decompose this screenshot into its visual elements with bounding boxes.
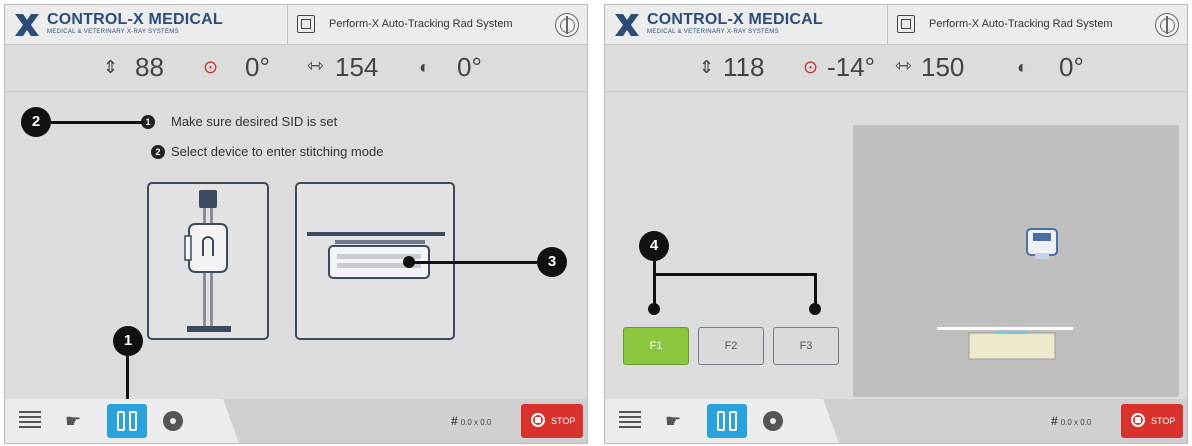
step-2-badge: 2 — [151, 145, 165, 159]
stitching-field-screen: CONTROL-X MEDICAL MEDICAL & VETERINARY X… — [604, 4, 1188, 444]
detector-tray — [968, 332, 1056, 360]
wall-stand-device-button[interactable] — [147, 182, 269, 340]
coordinate-readout: #0.0 x 0.0 — [1051, 414, 1092, 428]
collimator-rotation-icon: ◐ — [1017, 57, 1028, 77]
stop-button[interactable]: STOP — [1121, 404, 1183, 438]
callout-2: 2 — [21, 107, 51, 137]
stitching-mode-button[interactable] — [707, 404, 747, 438]
system-title: Perform-X Auto-Tracking Rad System — [329, 18, 513, 30]
sid-icon: ⇿ — [307, 55, 324, 77]
readout-divider — [5, 91, 587, 92]
coordinate-readout: #0.0 x 0.0 — [451, 414, 492, 428]
callout-2-leader — [51, 121, 145, 124]
brand-logo-icon — [615, 14, 639, 36]
stop-button[interactable]: STOP — [521, 404, 583, 438]
tube-angle-value: 0° — [245, 52, 270, 82]
table-top — [937, 327, 1073, 330]
collimator-rotation-value: 0° — [457, 52, 482, 82]
vertical-travel-icon: ⇕ — [103, 57, 119, 77]
menu-icon[interactable] — [619, 411, 641, 431]
header-divider — [887, 5, 888, 45]
sid-value: 150 — [921, 52, 965, 82]
callout-4-anchor-f1 — [648, 303, 660, 315]
field-f2-button[interactable]: F2 — [698, 327, 764, 365]
instruction-1: Make sure desired SID is set — [171, 114, 338, 129]
readout-divider — [605, 91, 1187, 92]
coordinate-value: 0.0 x 0.0 — [1060, 418, 1092, 427]
brand-name: CONTROL-X MEDICAL — [647, 11, 823, 28]
callout-3-leader — [413, 261, 537, 264]
callout-1: 1 — [113, 326, 143, 356]
position-readouts: ⇕ 88 ⊙ 0° ⇿ 154 ◐ 0° — [5, 45, 587, 91]
sid-value: 154 — [335, 52, 379, 82]
brand-tagline: MEDICAL & VETERINARY X-RAY SYSTEMS — [47, 29, 179, 35]
brand-logo-icon — [15, 14, 39, 36]
collimator-rotation-icon: ◐ — [419, 57, 430, 77]
vertical-travel-value: 88 — [135, 52, 164, 82]
callout-3: 3 — [537, 247, 567, 277]
brand-name: CONTROL-X MEDICAL — [47, 11, 223, 28]
tube-angle-value: -14° — [827, 52, 875, 82]
system-icon — [897, 15, 915, 33]
field-f1-button[interactable]: F1 — [623, 327, 689, 365]
radiation-icon[interactable] — [763, 411, 783, 431]
stitching-select-screen: CONTROL-X MEDICAL MEDICAL & VETERINARY X… — [4, 4, 588, 444]
system-title: Perform-X Auto-Tracking Rad System — [929, 18, 1113, 30]
coordinate-value: 0.0 x 0.0 — [460, 418, 492, 427]
position-readouts: ⇕ 118 ⊙ -14° ⇿ 150 ◐ 0° — [605, 45, 1187, 91]
callout-4-anchor-f3 — [809, 303, 821, 315]
system-icon — [297, 15, 315, 33]
wall-stand-icon — [184, 190, 231, 332]
stitching-mode-button[interactable] — [107, 404, 147, 438]
radiation-icon[interactable] — [163, 411, 183, 431]
header-bar: CONTROL-X MEDICAL MEDICAL & VETERINARY X… — [605, 5, 1187, 45]
detector-indicator — [997, 331, 1027, 334]
brand-tagline: MEDICAL & VETERINARY X-RAY SYSTEMS — [647, 29, 779, 35]
crosshair-button[interactable] — [555, 13, 579, 37]
preview-scene — [937, 228, 1073, 360]
footer-bar: ☛ #0.0 x 0.0 STOP — [605, 399, 1187, 443]
manual-mode-icon[interactable]: ☛ — [665, 411, 691, 431]
tube-angle-icon: ⊙ — [803, 57, 819, 77]
vertical-travel-value: 118 — [723, 52, 765, 82]
header-divider — [287, 5, 288, 45]
callout-4-leader-a — [653, 261, 656, 307]
header-bar: CONTROL-X MEDICAL MEDICAL & VETERINARY X… — [5, 5, 587, 45]
footer-bar: ☛ #0.0 x 0.0 STOP — [5, 399, 587, 443]
instruction-2: Select device to enter stitching mode — [171, 144, 384, 159]
callout-4-leader-b — [653, 273, 817, 276]
menu-icon[interactable] — [19, 411, 41, 431]
callout-4-leader-c — [814, 273, 817, 305]
vertical-travel-icon: ⇕ — [699, 57, 715, 77]
xray-tube-icon — [1026, 228, 1058, 259]
manual-mode-icon[interactable]: ☛ — [65, 411, 91, 431]
collimator-rotation-value: 0° — [1059, 52, 1084, 82]
crosshair-button[interactable] — [1155, 13, 1179, 37]
field-f3-button[interactable]: F3 — [773, 327, 839, 365]
sid-icon: ⇿ — [895, 55, 912, 77]
tube-angle-icon: ⊙ — [203, 57, 219, 77]
stitching-preview — [853, 125, 1179, 397]
callout-4: 4 — [639, 231, 669, 261]
